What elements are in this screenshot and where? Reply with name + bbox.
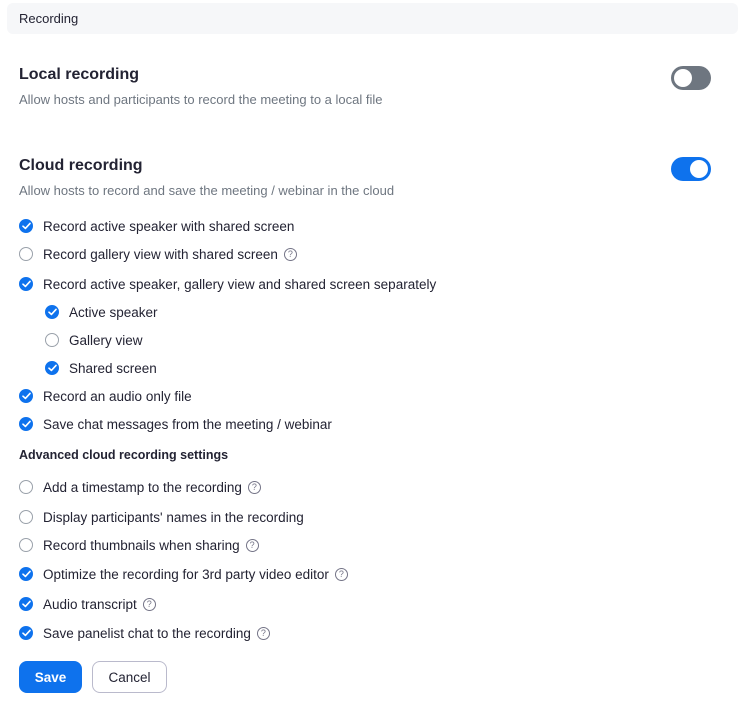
local-recording-desc: Allow hosts and participants to record t… bbox=[19, 92, 383, 107]
option-label: Add a timestamp to the recording bbox=[43, 479, 242, 495]
option-label: Save panelist chat to the recording bbox=[43, 625, 251, 641]
local-recording-toggle[interactable] bbox=[671, 66, 711, 90]
help-icon[interactable]: ? bbox=[245, 538, 259, 552]
option-record-gallery-view-shared-screen[interactable]: Record gallery view with shared screen ? bbox=[19, 244, 297, 264]
toggle-knob bbox=[674, 69, 692, 87]
checkbox[interactable] bbox=[19, 510, 33, 524]
checkbox[interactable] bbox=[19, 219, 33, 233]
option-label: Record an audio only file bbox=[43, 388, 192, 404]
checkbox[interactable] bbox=[45, 305, 59, 319]
option-label: Save chat messages from the meeting / we… bbox=[43, 416, 332, 432]
cloud-recording-desc: Allow hosts to record and save the meeti… bbox=[19, 183, 395, 198]
checkbox[interactable] bbox=[45, 361, 59, 375]
help-icon[interactable]: ? bbox=[247, 480, 261, 494]
option-label: Shared screen bbox=[69, 360, 157, 376]
option-label: Display participants' names in the recor… bbox=[43, 509, 304, 525]
checkbox[interactable] bbox=[19, 389, 33, 403]
checkbox[interactable] bbox=[19, 626, 33, 640]
checkbox[interactable] bbox=[19, 538, 33, 552]
option-audio-only-file[interactable]: Record an audio only file bbox=[19, 386, 192, 406]
local-recording-title: Local recording bbox=[19, 66, 140, 83]
option-record-active-speaker-shared-screen[interactable]: Record active speaker with shared screen bbox=[19, 216, 294, 236]
help-icon[interactable]: ? bbox=[283, 247, 297, 261]
option-label: Record gallery view with shared screen bbox=[43, 246, 278, 262]
option-display-participant-names[interactable]: Display participants' names in the recor… bbox=[19, 507, 304, 527]
option-label: Audio transcript bbox=[43, 596, 137, 612]
checkbox[interactable] bbox=[19, 247, 33, 261]
checkbox[interactable] bbox=[19, 277, 33, 291]
option-record-thumbnails[interactable]: Record thumbnails when sharing ? bbox=[19, 535, 259, 555]
option-label: Record thumbnails when sharing bbox=[43, 537, 240, 553]
save-button[interactable]: Save bbox=[19, 661, 82, 693]
option-save-panelist-chat[interactable]: Save panelist chat to the recording ? bbox=[19, 623, 270, 643]
option-optimize-3rd-party-editor[interactable]: Optimize the recording for 3rd party vid… bbox=[19, 564, 348, 584]
option-add-timestamp[interactable]: Add a timestamp to the recording ? bbox=[19, 477, 261, 497]
option-label: Optimize the recording for 3rd party vid… bbox=[43, 566, 329, 582]
advanced-settings-heading: Advanced cloud recording settings bbox=[19, 448, 229, 462]
option-active-speaker[interactable]: Active speaker bbox=[45, 302, 158, 322]
checkbox[interactable] bbox=[19, 480, 33, 494]
option-label: Record active speaker, gallery view and … bbox=[43, 276, 437, 292]
option-label: Record active speaker with shared screen bbox=[43, 218, 295, 234]
checkbox[interactable] bbox=[19, 417, 33, 431]
help-icon[interactable]: ? bbox=[142, 597, 156, 611]
checkbox[interactable] bbox=[45, 333, 59, 347]
option-label: Gallery view bbox=[69, 332, 143, 348]
cloud-recording-title: Cloud recording bbox=[19, 157, 143, 174]
checkbox[interactable] bbox=[19, 567, 33, 581]
option-gallery-view[interactable]: Gallery view bbox=[45, 330, 143, 350]
section-header: Recording bbox=[7, 3, 738, 34]
option-audio-transcript[interactable]: Audio transcript ? bbox=[19, 594, 156, 614]
option-record-separately[interactable]: Record active speaker, gallery view and … bbox=[19, 274, 436, 294]
help-icon[interactable]: ? bbox=[334, 567, 348, 581]
help-icon[interactable]: ? bbox=[256, 626, 270, 640]
section-title: Recording bbox=[19, 11, 79, 26]
cloud-recording-toggle[interactable] bbox=[671, 157, 711, 181]
toggle-knob bbox=[690, 160, 708, 178]
option-shared-screen[interactable]: Shared screen bbox=[45, 358, 157, 378]
checkbox[interactable] bbox=[19, 597, 33, 611]
cancel-button[interactable]: Cancel bbox=[92, 661, 167, 693]
option-label: Active speaker bbox=[69, 304, 158, 320]
option-save-chat-messages[interactable]: Save chat messages from the meeting / we… bbox=[19, 414, 332, 434]
